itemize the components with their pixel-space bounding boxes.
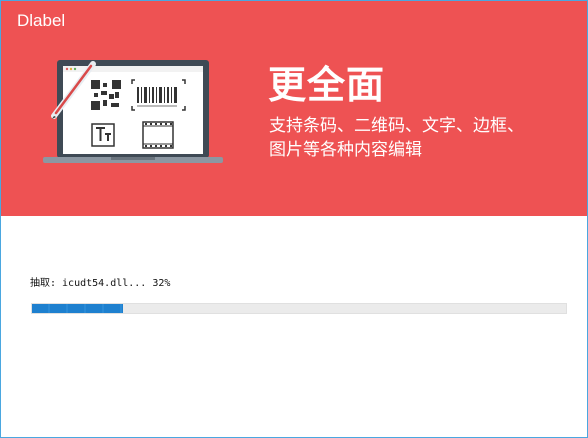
qr-code-icon [91, 80, 121, 110]
feature-description-line-1: 支持条码、二维码、文字、边框、 [269, 116, 524, 136]
installer-window: Dlabel 更全面 支持条码、二维码、文字、边框、 图片等各种内容编辑 抽取:… [0, 0, 588, 438]
film-strip-icon [142, 121, 174, 149]
progress-bar [31, 303, 567, 314]
laptop-icon [43, 60, 223, 163]
progress-bar-fill [32, 304, 123, 313]
app-title: Dlabel [17, 11, 66, 30]
extraction-status-text: 抽取: icudt54.dll... 32% [30, 278, 171, 289]
text-icon [91, 123, 115, 147]
headline: 更全面 [268, 63, 386, 107]
feature-description-line-2: 图片等各种内容编辑 [269, 140, 422, 160]
banner: Dlabel 更全面 支持条码、二维码、文字、边框、 图片等各种内容编辑 [1, 1, 587, 216]
